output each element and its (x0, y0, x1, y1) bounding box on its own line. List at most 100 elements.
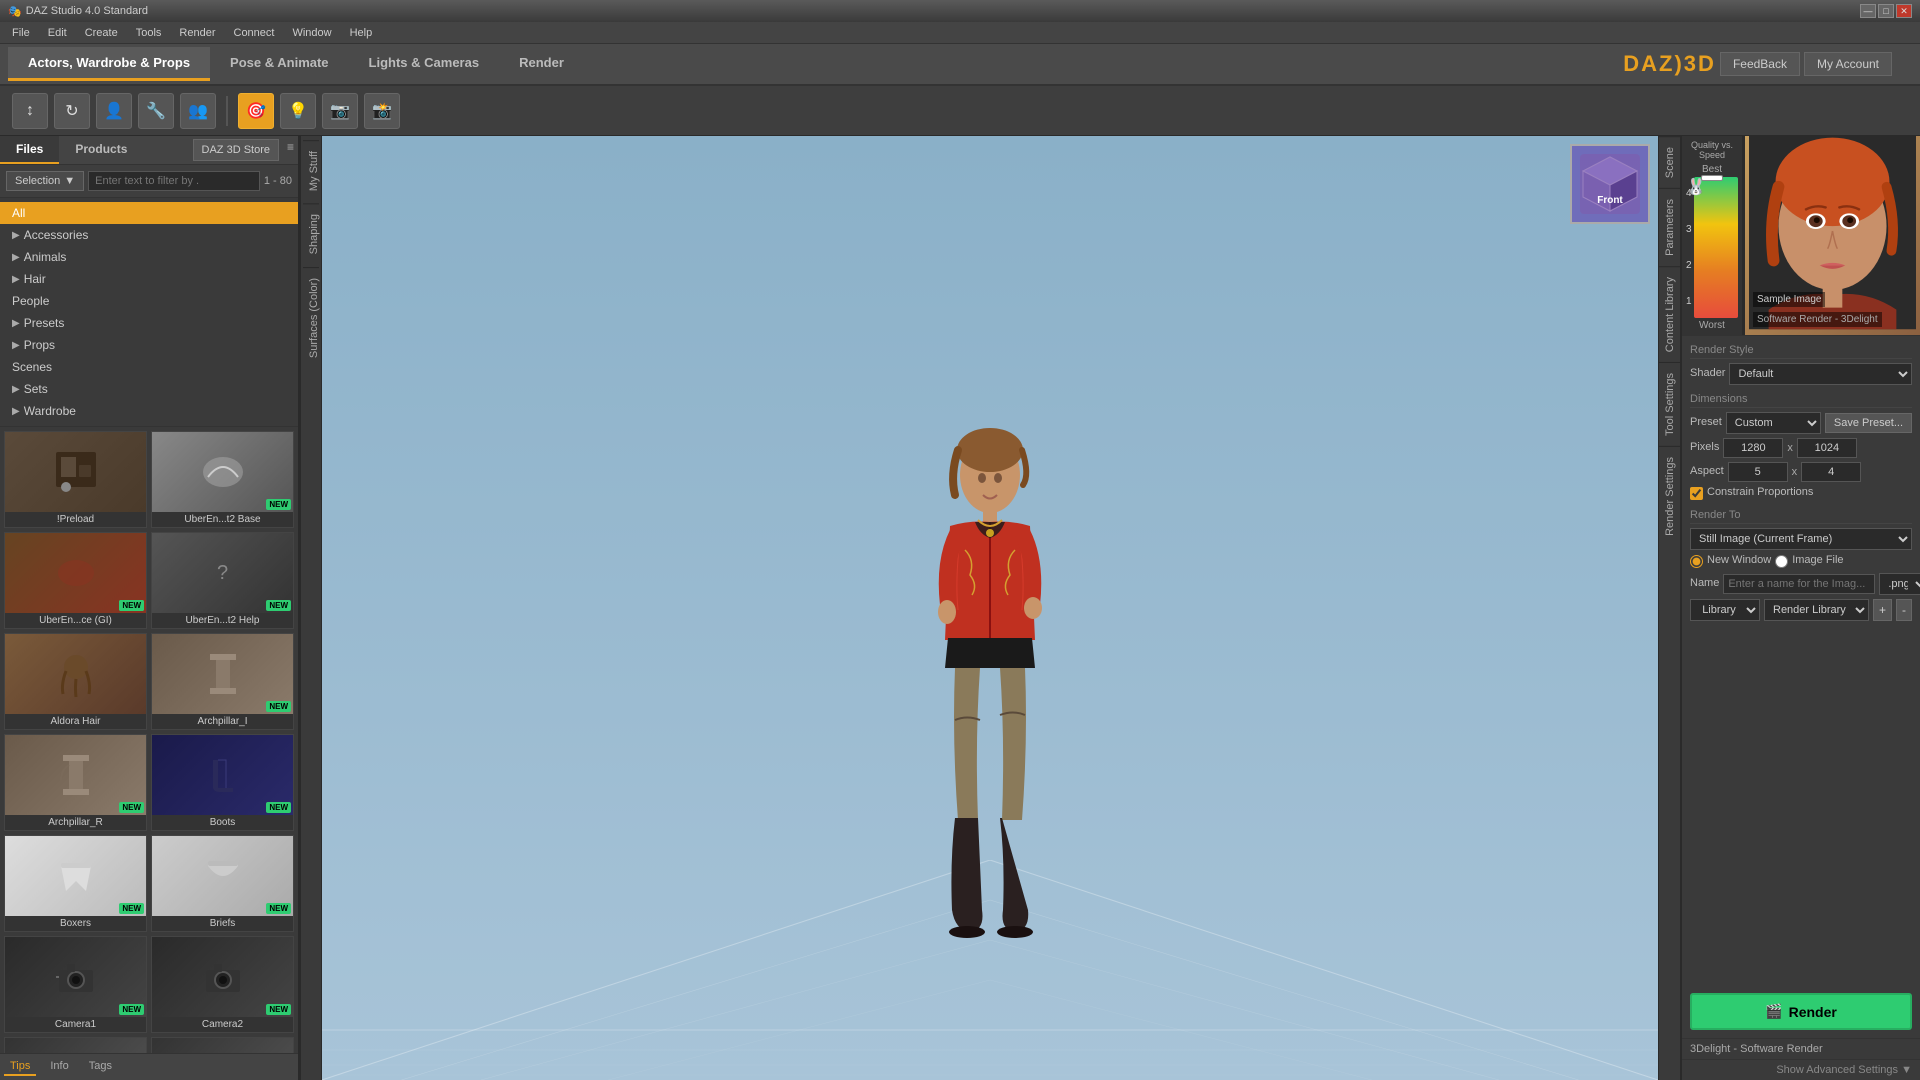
cat-hair[interactable]: ▶ Hair (0, 268, 298, 290)
tab-tips[interactable]: Tips (4, 1058, 36, 1076)
vtab-scene[interactable]: Scene (1659, 136, 1680, 188)
asset-uberenv-help[interactable]: ? NEW UberEn...t2 Help (151, 532, 294, 629)
selection-dropdown[interactable]: Selection ▼ (6, 171, 84, 191)
tool-viewport2[interactable]: 💡 (280, 93, 316, 129)
menu-edit[interactable]: Edit (40, 25, 75, 41)
library-add-button[interactable]: + (1873, 599, 1892, 621)
menu-render[interactable]: Render (171, 25, 223, 41)
cat-sets[interactable]: ▶ Sets (0, 378, 298, 400)
quality-title: Quality vs. Speed (1686, 140, 1738, 160)
image-file-radio[interactable] (1775, 555, 1788, 568)
asset-archpillar-r[interactable]: NEW Archpillar_R (4, 734, 147, 831)
vtab-content-library[interactable]: Content Library (1659, 266, 1680, 362)
viewport-cube[interactable]: Front (1570, 144, 1650, 224)
tool-viewport1[interactable]: 🎯 (238, 93, 274, 129)
preset-row: Preset Custom Save Preset... (1690, 412, 1912, 434)
tool-group[interactable]: 👥 (180, 93, 216, 129)
tab-products[interactable]: Products (59, 136, 143, 164)
tool-render-quick[interactable]: 📸 (364, 93, 400, 129)
asset-boxers[interactable]: NEW Boxers (4, 835, 147, 932)
left-panel: Files Products DAZ 3D Store ≡ Selection … (0, 136, 300, 1080)
close-button[interactable]: ✕ (1896, 4, 1912, 18)
cat-scenes[interactable]: Scenes (0, 356, 298, 378)
menu-create[interactable]: Create (77, 25, 126, 41)
render-library-select[interactable]: Render Library (1764, 599, 1869, 621)
asset-boots[interactable]: NEW Boots (151, 734, 294, 831)
pixel-height-input[interactable] (1797, 438, 1857, 458)
asset-hair[interactable]: Aldora Hair (4, 633, 147, 730)
asset-camera2[interactable]: NEW Camera2 (151, 936, 294, 1033)
asset-uberenv-base[interactable]: NEW UberEn...t2 Base (151, 431, 294, 528)
menu-tools[interactable]: Tools (128, 25, 170, 41)
menu-window[interactable]: Window (284, 25, 339, 41)
viewport[interactable]: Front (322, 136, 1658, 1080)
minimize-button[interactable]: — (1860, 4, 1876, 18)
tool-rotate[interactable]: ↻ (54, 93, 90, 129)
render-to-select[interactable]: Still Image (Current Frame) (1690, 528, 1912, 550)
asset-briefs[interactable]: NEW Briefs (151, 835, 294, 932)
vtab-surfaces-color[interactable]: Surfaces (Color) (303, 267, 319, 368)
menu-connect[interactable]: Connect (226, 25, 283, 41)
feedback-button[interactable]: FeedBack (1720, 52, 1800, 76)
cat-all[interactable]: All (0, 202, 298, 224)
tab-render[interactable]: Render (499, 47, 584, 81)
save-preset-button[interactable]: Save Preset... (1825, 413, 1912, 433)
aspect-height-input[interactable] (1801, 462, 1861, 482)
cat-wardrobe[interactable]: ▶ Wardrobe (0, 400, 298, 422)
maximize-button[interactable]: □ (1878, 4, 1894, 18)
tool-translate[interactable]: ↕ (12, 93, 48, 129)
tab-files[interactable]: Files (0, 136, 59, 164)
content-vtabs: My Stuff Shaping Surfaces (Color) (300, 136, 322, 1080)
asset-camera1[interactable]: NEW Camera1 (4, 936, 147, 1033)
asset-camera1-thumb: NEW (5, 937, 146, 1017)
vtab-parameters[interactable]: Parameters (1659, 188, 1680, 266)
cat-accessories[interactable]: ▶ Accessories (0, 224, 298, 246)
constrain-checkbox[interactable] (1690, 487, 1703, 500)
asset-camera4[interactable]: NEW Camera4 (151, 1037, 294, 1053)
tool-props[interactable]: 🔧 (138, 93, 174, 129)
library-select[interactable]: Library (1690, 599, 1760, 621)
asset-camera3[interactable]: NEW Camera3 (4, 1037, 147, 1053)
tab-tags[interactable]: Tags (83, 1058, 118, 1076)
render-button[interactable]: 🎬 Render (1690, 993, 1912, 1030)
cat-props[interactable]: ▶ Props (0, 334, 298, 356)
aspect-width-input[interactable] (1728, 462, 1788, 482)
render-name-input[interactable] (1723, 574, 1875, 594)
menu-file[interactable]: File (4, 25, 38, 41)
cat-animals[interactable]: ▶ Animals (0, 246, 298, 268)
panel-options-icon[interactable]: ≡ (283, 136, 298, 164)
count-label: 1 - 80 (264, 175, 292, 187)
asset-archpillar-i[interactable]: NEW Archpillar_I (151, 633, 294, 730)
pixel-width-input[interactable] (1723, 438, 1783, 458)
cat-presets[interactable]: ▶ Presets (0, 312, 298, 334)
shader-select[interactable]: Default (1729, 363, 1912, 385)
tab-info[interactable]: Info (44, 1058, 74, 1076)
library-remove-button[interactable]: - (1896, 599, 1912, 621)
vtab-render-settings[interactable]: Render Settings (1659, 446, 1680, 546)
format-select[interactable]: .png (1879, 573, 1920, 595)
my-account-button[interactable]: My Account (1804, 52, 1892, 76)
vtab-tool-settings[interactable]: Tool Settings (1659, 362, 1680, 446)
preset-select[interactable]: Custom (1726, 412, 1821, 434)
file-product-tabs: Files Products DAZ 3D Store ≡ (0, 136, 298, 165)
menu-help[interactable]: Help (342, 25, 381, 41)
quality-bar-container[interactable]: 4 3 2 1 🐰 (1686, 175, 1738, 320)
cat-people[interactable]: People (0, 290, 298, 312)
quality-gradient-bar[interactable] (1694, 177, 1738, 318)
filter-input[interactable] (88, 171, 260, 191)
tab-pose-animate[interactable]: Pose & Animate (210, 47, 349, 81)
daz-store-button[interactable]: DAZ 3D Store (193, 139, 279, 161)
constrain-label: Constrain Proportions (1707, 486, 1813, 498)
svg-text:Front: Front (1597, 195, 1623, 206)
tool-camera[interactable]: 📷 (322, 93, 358, 129)
vtab-shaping[interactable]: Shaping (303, 203, 319, 264)
show-advanced-settings[interactable]: Show Advanced Settings ▼ (1682, 1059, 1920, 1080)
tool-person[interactable]: 👤 (96, 93, 132, 129)
tab-lights-cameras[interactable]: Lights & Cameras (349, 47, 500, 81)
tab-actors-wardrobe-props[interactable]: Actors, Wardrobe & Props (8, 47, 210, 81)
asset-uberenv-gi[interactable]: NEW NEW UberEn...ce (GI) (4, 532, 147, 629)
vtab-my-stuff[interactable]: My Stuff (303, 140, 319, 201)
new-window-radio[interactable] (1690, 555, 1703, 568)
asset-preload[interactable]: !Preload (4, 431, 147, 528)
asset-archpillar-i-label: Archpillar_I (152, 714, 293, 729)
